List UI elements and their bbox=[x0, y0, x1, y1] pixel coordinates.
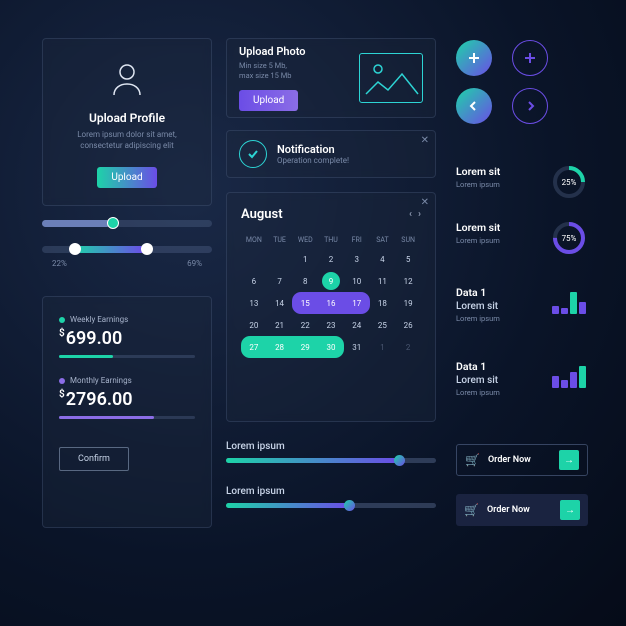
calendar-day[interactable]: 10 bbox=[344, 270, 370, 292]
stat-donut-2: Lorem sit Lorem ipsum 75% bbox=[456, 221, 586, 245]
close-icon[interactable]: ✕ bbox=[421, 135, 429, 146]
calendar-day[interactable]: 26 bbox=[395, 314, 421, 336]
mini-bar-chart bbox=[552, 284, 586, 314]
calendar-day[interactable]: 3 bbox=[344, 248, 370, 270]
profile-icon bbox=[59, 59, 195, 103]
arrow-right-icon: → bbox=[559, 450, 579, 470]
calendar-day[interactable]: 12 bbox=[395, 270, 421, 292]
upload-profile-desc: Lorem ipsum dolor sit amet, consectetur … bbox=[59, 129, 195, 151]
cart-icon: 🛒 bbox=[465, 453, 480, 467]
upload-profile-button[interactable]: Upload bbox=[97, 167, 156, 188]
range-max-label: 69% bbox=[187, 259, 202, 268]
calendar-card: ✕ August ‹ › MONTUEWEDTHUFRISATSUN123456… bbox=[226, 192, 436, 422]
calendar-day[interactable]: 5 bbox=[395, 248, 421, 270]
calendar-grid: MONTUEWEDTHUFRISATSUN1234567891011121314… bbox=[241, 232, 421, 358]
calendar-day[interactable]: 2 bbox=[318, 248, 344, 270]
calendar-day[interactable]: 1 bbox=[370, 336, 396, 358]
circle-button-group bbox=[456, 40, 548, 124]
order-now-button-outline[interactable]: 🛒 Order Now → bbox=[456, 444, 588, 476]
donut-chart-icon: 25% bbox=[552, 165, 586, 199]
calendar-day[interactable]: 24 bbox=[344, 314, 370, 336]
calendar-day[interactable]: 15 bbox=[292, 292, 318, 314]
calendar-day[interactable]: 17 bbox=[344, 292, 370, 314]
weekly-earnings-label: Weekly Earnings bbox=[70, 315, 128, 324]
calendar-day[interactable] bbox=[241, 248, 267, 270]
upload-photo-desc: Min size 5 Mb,max size 15 Mb bbox=[239, 61, 306, 81]
calendar-day[interactable]: 31 bbox=[344, 336, 370, 358]
upload-profile-title: Upload Profile bbox=[59, 111, 195, 125]
calendar-day[interactable]: 30 bbox=[318, 336, 344, 358]
calendar-day[interactable]: 25 bbox=[370, 314, 396, 336]
calendar-next-icon[interactable]: › bbox=[418, 209, 421, 220]
calendar-day[interactable]: 8 bbox=[292, 270, 318, 292]
calendar-day[interactable]: 29 bbox=[292, 336, 318, 358]
calendar-day[interactable]: 7 bbox=[267, 270, 293, 292]
calendar-day[interactable]: 21 bbox=[267, 314, 293, 336]
calendar-day[interactable]: 14 bbox=[267, 292, 293, 314]
upload-photo-title: Upload Photo bbox=[239, 45, 306, 58]
donut-chart-icon: 75% bbox=[552, 221, 586, 255]
arrow-right-icon: → bbox=[560, 500, 580, 520]
lorem-slider-1[interactable]: Lorem ipsum bbox=[226, 441, 436, 463]
calendar-day[interactable]: 16 bbox=[318, 292, 344, 314]
calendar-day[interactable]: 23 bbox=[318, 314, 344, 336]
slider-range[interactable]: 22% 69% bbox=[42, 246, 212, 268]
earnings-card: Weekly Earnings $699.00 Monthly Earnings… bbox=[42, 296, 212, 528]
calendar-day[interactable]: 11 bbox=[370, 270, 396, 292]
stat-donut-1: Lorem sit Lorem ipsum 25% bbox=[456, 165, 586, 189]
range-min-label: 22% bbox=[52, 259, 67, 268]
next-button-outline[interactable] bbox=[512, 88, 548, 124]
calendar-day[interactable]: 9 bbox=[322, 272, 340, 290]
weekly-earnings-value: $699.00 bbox=[59, 328, 195, 349]
cart-icon: 🛒 bbox=[464, 503, 479, 517]
calendar-day[interactable]: 18 bbox=[370, 292, 396, 314]
image-placeholder-icon bbox=[359, 53, 423, 103]
calendar-day[interactable]: 13 bbox=[241, 292, 267, 314]
stat-bars-1: Data 1 Lorem sit Lorem ipsum bbox=[456, 286, 586, 323]
lorem-slider-2[interactable]: Lorem ipsum bbox=[226, 486, 436, 508]
prev-button-filled[interactable] bbox=[456, 88, 492, 124]
notification-card: ✕ Notification Operation complete! bbox=[226, 130, 436, 178]
confirm-button[interactable]: Confirm bbox=[59, 447, 129, 471]
calendar-day[interactable]: 22 bbox=[292, 314, 318, 336]
calendar-day[interactable]: 6 bbox=[241, 270, 267, 292]
calendar-day[interactable]: 19 bbox=[395, 292, 421, 314]
monthly-earnings-value: $2796.00 bbox=[59, 389, 195, 410]
order-now-button-filled[interactable]: 🛒 Order Now → bbox=[456, 494, 588, 526]
calendar-close-icon[interactable]: ✕ bbox=[421, 197, 429, 208]
slider-single[interactable] bbox=[42, 220, 212, 238]
stat-bars-2: Data 1 Lorem sit Lorem ipsum bbox=[456, 360, 586, 397]
calendar-day[interactable]: 27 bbox=[241, 336, 267, 358]
calendar-day[interactable] bbox=[267, 248, 293, 270]
add-button-outline[interactable] bbox=[512, 40, 548, 76]
checkmark-icon bbox=[239, 140, 267, 168]
upload-profile-card: Upload Profile Lorem ipsum dolor sit ame… bbox=[42, 38, 212, 206]
upload-photo-card: Upload Photo Min size 5 Mb,max size 15 M… bbox=[226, 38, 436, 118]
calendar-day[interactable]: 4 bbox=[370, 248, 396, 270]
calendar-day[interactable]: 28 bbox=[267, 336, 293, 358]
add-button-filled[interactable] bbox=[456, 40, 492, 76]
notification-message: Operation complete! bbox=[277, 156, 349, 165]
calendar-day[interactable]: 20 bbox=[241, 314, 267, 336]
notification-title: Notification bbox=[277, 143, 349, 156]
mini-bar-chart bbox=[552, 358, 586, 388]
monthly-earnings-label: Monthly Earnings bbox=[70, 376, 132, 385]
calendar-month: August bbox=[241, 207, 283, 222]
upload-photo-button[interactable]: Upload bbox=[239, 90, 298, 111]
calendar-day[interactable]: 2 bbox=[395, 336, 421, 358]
calendar-prev-icon[interactable]: ‹ bbox=[409, 209, 412, 220]
calendar-day[interactable]: 1 bbox=[292, 248, 318, 270]
